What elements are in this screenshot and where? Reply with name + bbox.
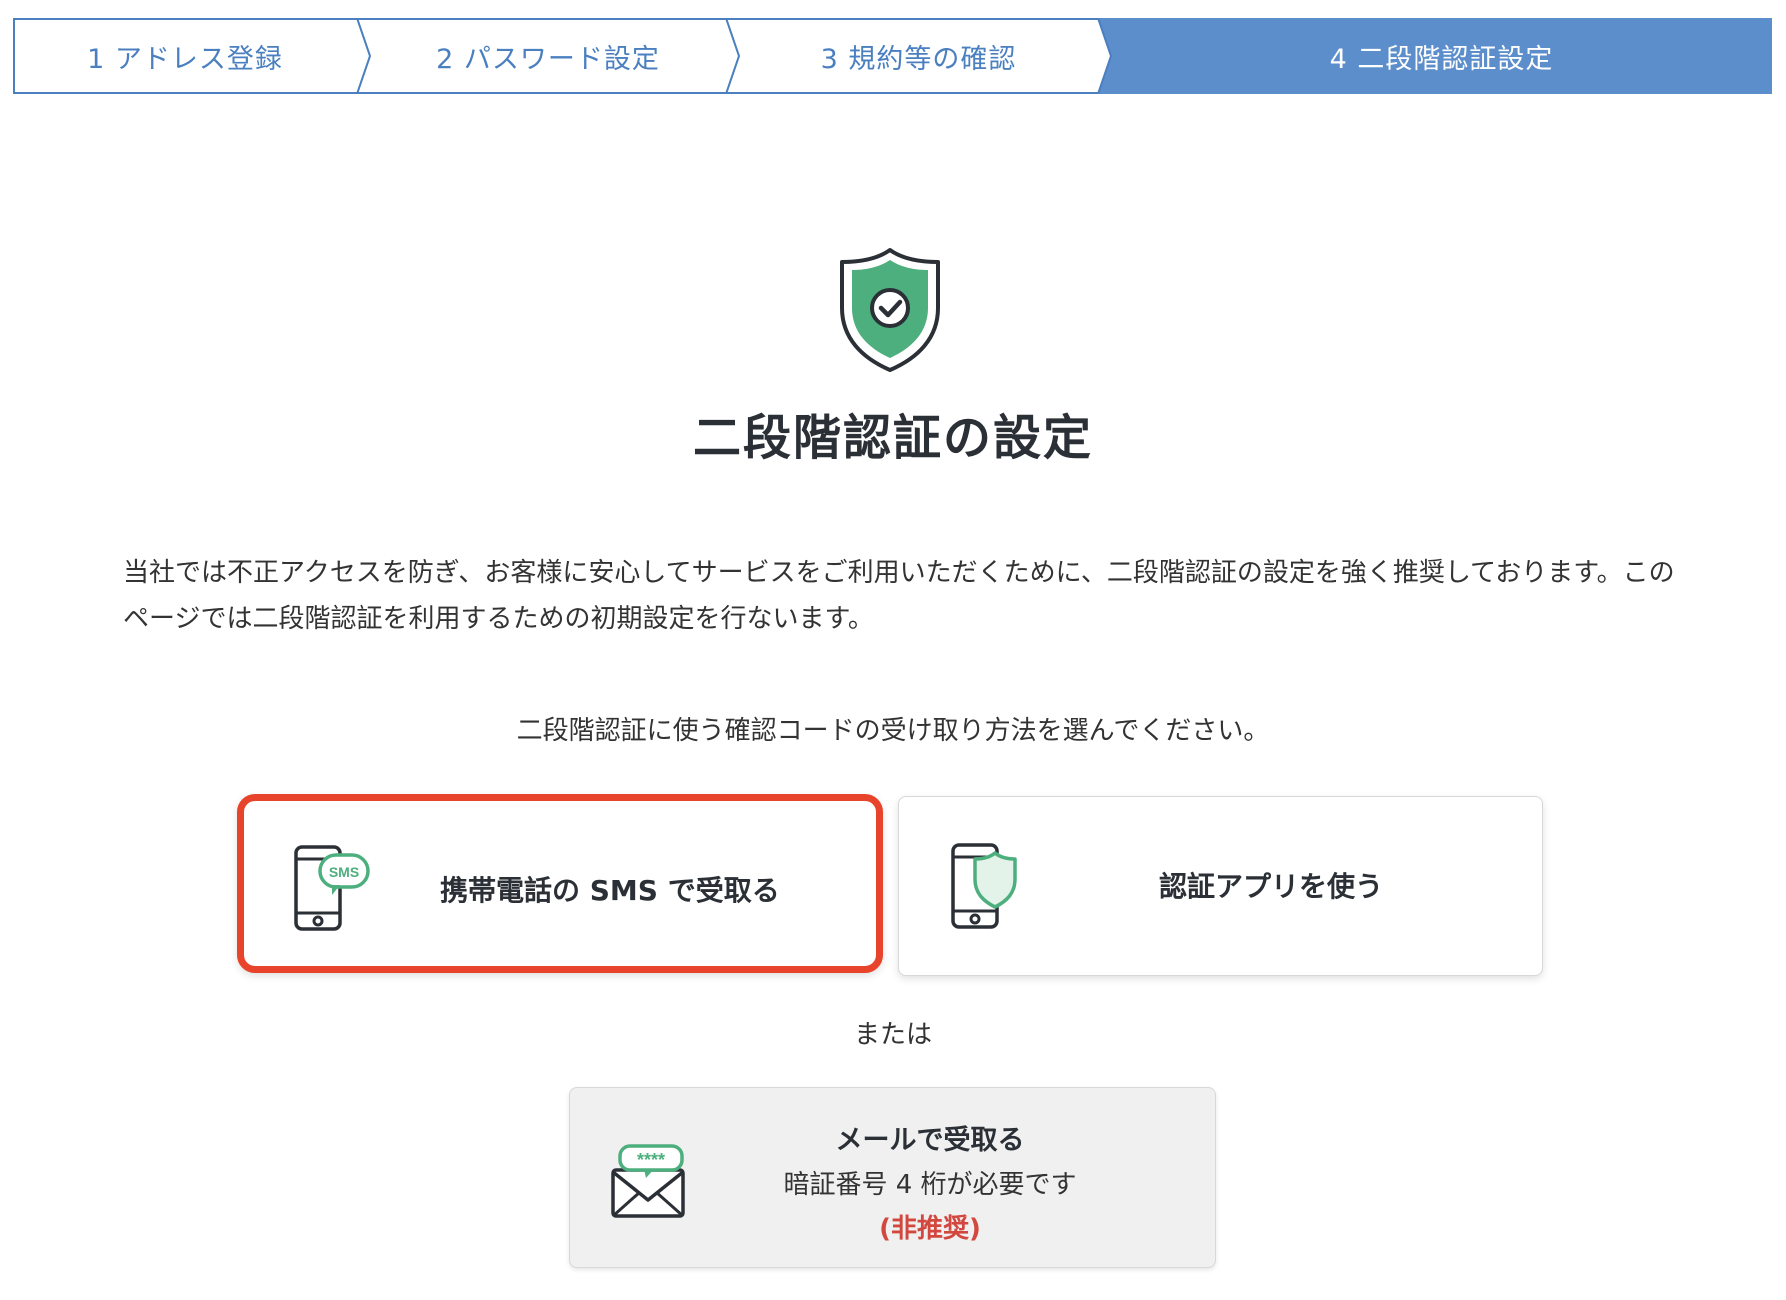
shield-check-icon: [838, 246, 942, 374]
step-4-two-factor: 4 二段階認証設定: [1329, 43, 1554, 75]
page-title: 二段階認証の設定: [692, 410, 1093, 466]
mail-option-card[interactable]: **** メールで受取る 暗証番号 4 桁が必要です (非推奨): [569, 1087, 1216, 1268]
mail-code-icon: ****: [610, 1144, 690, 1224]
method-prompt: 二段階認証に使う確認コードの受け取り方法を選んでください。: [516, 716, 1270, 746]
auth-app-option-label: 認証アプリを使う: [1159, 870, 1384, 903]
mail-option-warning: (非推奨): [879, 1214, 981, 1244]
auth-app-option-card[interactable]: 認証アプリを使う: [898, 796, 1543, 976]
step-3-terms: 3 規約等の確認: [820, 43, 1017, 75]
step-1-address: 1 アドレス登録: [87, 43, 283, 75]
intro-text: 当社では不正アクセスを防ぎ、お客様に安心してサービスをご利用いただくために、二段…: [123, 558, 1675, 634]
or-separator: または: [853, 1020, 932, 1050]
sms-option-card[interactable]: SMS 携帯電話の SMS で受取る: [237, 794, 883, 973]
phone-sms-icon: SMS: [294, 845, 374, 939]
step-progress-bar: 1 アドレス登録 2 パスワード設定 3 規約等の確認 4 二段階認証設定: [13, 18, 1772, 94]
phone-shield-icon: [951, 843, 1021, 937]
sms-icon-text: SMS: [329, 864, 359, 880]
sms-option-label: 携帯電話の SMS で受取る: [440, 874, 780, 907]
mail-option-subtitle: 暗証番号 4 桁が必要です: [783, 1170, 1077, 1200]
mail-icon-code-text: ****: [637, 1150, 665, 1170]
mail-option-title: メールで受取る: [835, 1125, 1025, 1156]
step-2-password: 2 パスワード設定: [436, 43, 660, 75]
